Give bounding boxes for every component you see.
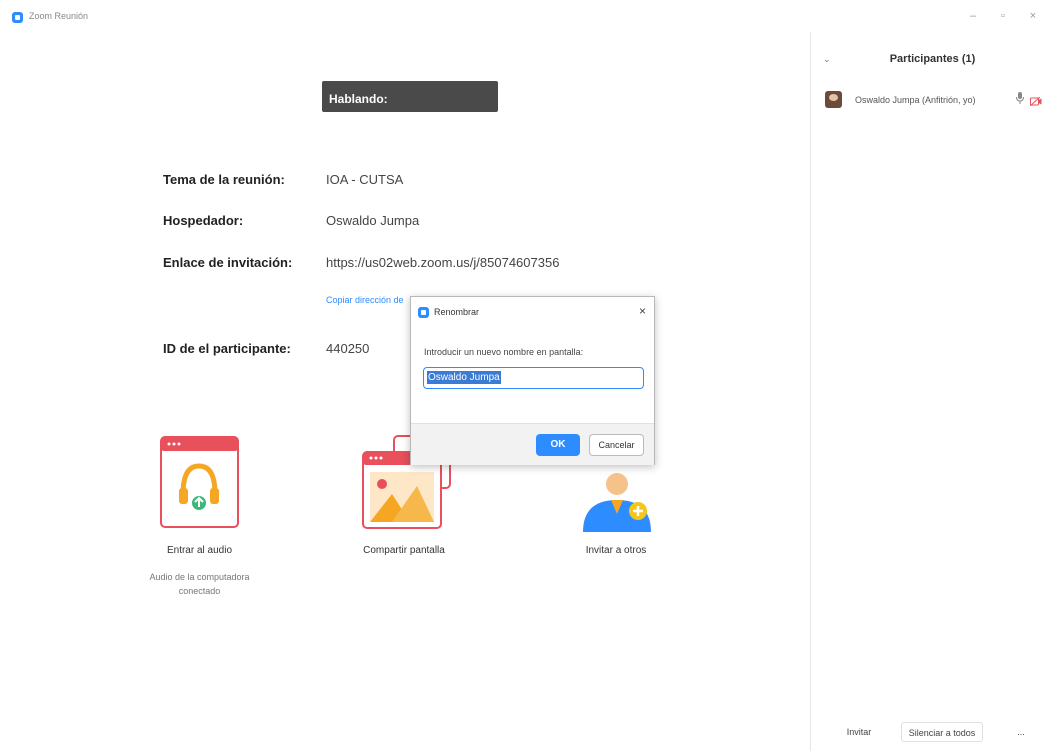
invite-others-label: Invitar a otros — [585, 545, 647, 556]
ok-button[interactable]: OK — [536, 434, 580, 456]
meeting-main-area: Hablando: Tema de la reunión: IOA - CUTS… — [0, 32, 810, 751]
close-window-button[interactable]: × — [1025, 10, 1041, 22]
rename-prompt: Introducir un nuevo nombre en pantalla: — [424, 347, 584, 357]
join-audio-label: Entrar al audio — [166, 545, 233, 556]
participants-panel: ⌄ Participantes (1) Oswaldo Jumpa (Anfit… — [810, 32, 1053, 751]
copy-link[interactable]: Copiar dirección de — [326, 295, 404, 305]
zoom-logo-icon — [418, 307, 429, 318]
video-off-icon[interactable] — [1029, 93, 1042, 107]
display-name-input[interactable]: Oswaldo Jumpa — [423, 367, 644, 389]
mute-all-button[interactable]: Silenciar a todos — [901, 722, 983, 742]
dialog-close-icon[interactable]: × — [639, 304, 646, 318]
cancel-button[interactable]: Cancelar — [589, 434, 644, 456]
host-label: Hospedador: — [163, 213, 244, 228]
participant-id-label: ID de el participante: — [163, 341, 291, 356]
participant-row[interactable]: Oswaldo Jumpa (Anfitrión, yo) — [811, 84, 1053, 116]
meeting-topic-label: Tema de la reunión: — [163, 172, 285, 187]
headphones-icon — [160, 436, 239, 528]
audio-status-text: Audio de la computadora conectado — [149, 572, 250, 596]
rename-dialog: Renombrar × Introducir un nuevo nombre e… — [410, 296, 655, 465]
dialog-title-bar: Renombrar × — [411, 297, 654, 327]
meeting-topic-value: IOA - CUTSA — [326, 172, 404, 187]
host-value: Oswaldo Jumpa — [326, 213, 420, 228]
restore-button[interactable]: ▫ — [995, 10, 1011, 22]
invite-person-icon — [583, 473, 651, 532]
join-audio-tile[interactable] — [160, 436, 239, 528]
window-title: Zoom Reunión — [29, 11, 89, 21]
invite-link-value: https://us02web.zoom.us/j/85074607356 — [326, 255, 560, 270]
share-screen-label: Compartir pantalla — [363, 545, 445, 556]
title-bar: Zoom Reunión – ▫ × — [0, 0, 1053, 32]
invite-button[interactable]: Invitar — [839, 722, 879, 742]
microphone-icon[interactable] — [1016, 92, 1024, 107]
zoom-logo-icon — [12, 12, 23, 23]
minimize-button[interactable]: – — [965, 10, 981, 22]
invite-others-tile[interactable] — [580, 464, 654, 534]
participants-title: Participantes (1) — [889, 53, 976, 65]
avatar — [825, 91, 842, 108]
participant-id-value: 440250 — [326, 341, 370, 356]
speaking-indicator: Hablando: — [322, 81, 498, 112]
invite-link-label: Enlace de invitación: — [163, 255, 293, 270]
participant-name: Oswaldo Jumpa (Anfitrión, yo) — [855, 95, 976, 105]
more-options-button[interactable]: ... — [1011, 722, 1031, 742]
dialog-footer: OK Cancelar — [411, 423, 654, 465]
display-name-selected-text: Oswaldo Jumpa — [427, 371, 501, 384]
dialog-title: Renombrar — [434, 307, 480, 317]
